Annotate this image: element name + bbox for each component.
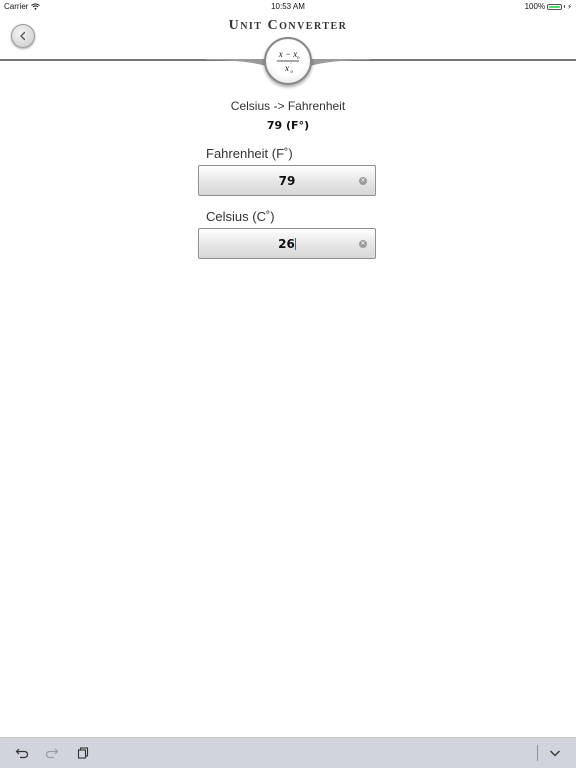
fahrenheit-value: 79 [278,174,296,188]
battery-icon [547,3,563,10]
toolbar-divider [537,745,538,761]
paste-icon [77,747,89,759]
text-caret [294,238,296,250]
svg-text:o: o [297,56,300,61]
undo-button[interactable] [14,745,30,761]
app-header: Unit Converter x − x o x ′ o [0,12,576,85]
app-title: Unit Converter [228,18,348,33]
celsius-input[interactable]: 26 ✕ [198,228,376,259]
svg-text:x: x [284,63,289,73]
status-bar: Carrier 10:53 AM 100% ⚡ [0,0,576,12]
celsius-value-wrap: 26 [199,237,375,251]
redo-icon [45,748,59,759]
battery-status: 100% ⚡ [525,2,572,11]
clear-icon[interactable]: ✕ [359,240,367,248]
battery-percent: 100% [524,2,546,11]
fahrenheit-label: Fahrenheit (F˚) [206,146,293,161]
keyboard-shortcut-bar [0,737,576,768]
battery-cap [564,5,566,8]
svg-text:′: ′ [291,63,292,68]
fahrenheit-input[interactable]: 79 ✕ [198,165,376,196]
status-time: 10:53 AM [271,2,305,11]
conversion-result: 79 (F°) [266,119,310,132]
conversion-title: Celsius -> Fahrenheit [230,99,346,113]
formula-logo-icon: x − x o x ′ o [264,37,312,85]
dismiss-keyboard-button[interactable] [547,745,563,761]
celsius-label: Celsius (C˚) [206,209,275,224]
svg-text:o: o [291,70,294,75]
redo-button[interactable] [44,745,60,761]
clear-icon[interactable]: ✕ [359,177,367,185]
chevron-down-icon [550,750,560,757]
paste-button[interactable] [75,745,91,761]
svg-text:x − x: x − x [278,49,298,59]
celsius-value: 26 [278,237,295,251]
undo-icon [15,748,29,759]
charging-icon: ⚡ [567,3,572,11]
